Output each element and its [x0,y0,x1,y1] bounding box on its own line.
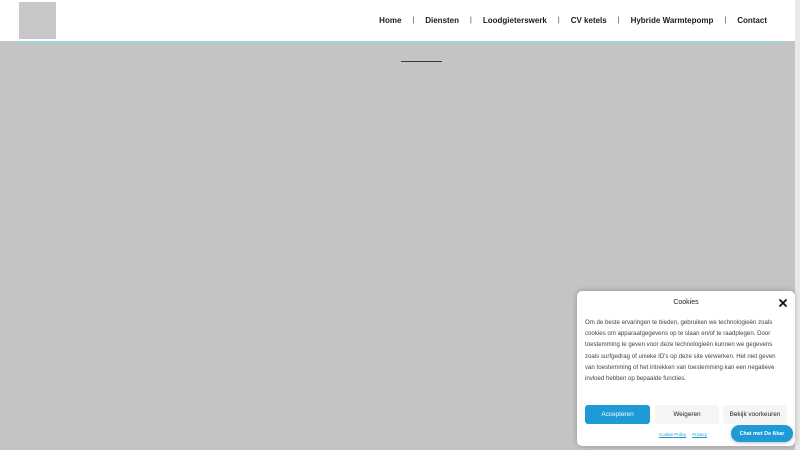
nav-separator: | [470,17,472,24]
nav-separator: | [724,17,727,24]
header-divider [19,41,781,43]
close-icon[interactable] [777,296,789,308]
nav-separator: | [617,17,620,24]
nav-item-hybride-warmtepomp[interactable]: Hybride Warmtepomp [631,16,714,25]
cookie-dialog-text: Om de beste ervaringen te bieden, gebrui… [585,319,776,383]
nav-item-home[interactable]: Home [379,16,401,25]
main-nav: Home | Diensten | Loodgieterswerk | CV k… [379,0,767,41]
deny-button[interactable]: Weigeren [655,405,719,424]
nav-separator: | [557,17,560,24]
nav-item-cv-ketels[interactable]: CV ketels [571,16,607,25]
nav-separator: | [412,17,415,24]
nav-item-loodgieterswerk[interactable]: Loodgieterswerk [483,16,547,25]
site-header: Home | Diensten | Loodgieterswerk | CV k… [0,0,795,41]
nav-item-diensten[interactable]: Diensten [425,16,459,25]
accept-button[interactable]: Accepteren [585,405,650,424]
nav-item-contact[interactable]: Contact [737,16,767,25]
chat-button[interactable]: Chat met De Akar [731,425,793,442]
privacy-link[interactable]: Privacy [692,432,707,437]
cookie-links: Cookie Policy Privacy [659,432,707,437]
cookie-policy-link[interactable]: Cookie Policy [659,432,686,437]
scrollbar-track[interactable] [795,0,800,450]
cookie-dialog-title: Cookies [673,299,699,306]
cookie-consent-dialog: Cookies Om de beste ervaringen te bieden… [577,291,795,446]
logo[interactable] [19,2,56,39]
page: Home | Diensten | Loodgieterswerk | CV k… [0,0,800,450]
hero-underline [401,61,442,62]
view-preferences-button[interactable]: Bekijk voorkeuren [723,405,787,424]
